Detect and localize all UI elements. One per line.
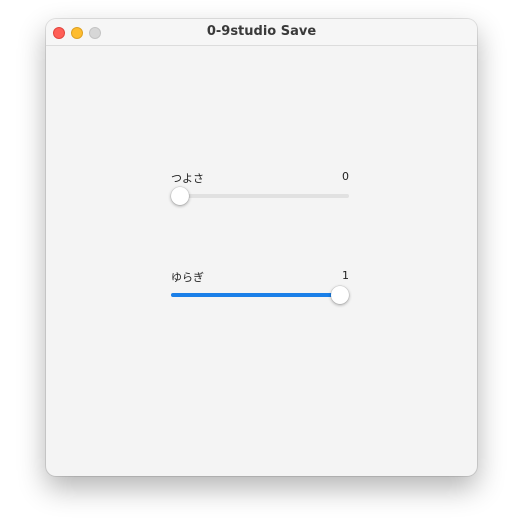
strength-slider-thumb[interactable] — [171, 187, 189, 205]
strength-value: 0 — [342, 170, 349, 183]
window-title: 0-9studio Save — [206, 24, 317, 39]
desktop: 0-9studio Save つよさ 0 ゆらぎ 1 — [0, 0, 510, 527]
strength-label: つよさ — [171, 172, 204, 185]
strength-slider-track[interactable] — [171, 187, 349, 205]
app-window: 0-9studio Save つよさ 0 ゆらぎ 1 — [46, 19, 477, 476]
fluctuation-label: ゆらぎ — [171, 271, 204, 284]
fluctuation-slider-fill — [171, 293, 340, 297]
fluctuation-slider-thumb[interactable] — [331, 286, 349, 304]
fluctuation-slider-track[interactable] — [171, 286, 349, 304]
title-bar[interactable]: 0-9studio Save — [46, 19, 477, 46]
fluctuation-value: 1 — [342, 269, 349, 282]
